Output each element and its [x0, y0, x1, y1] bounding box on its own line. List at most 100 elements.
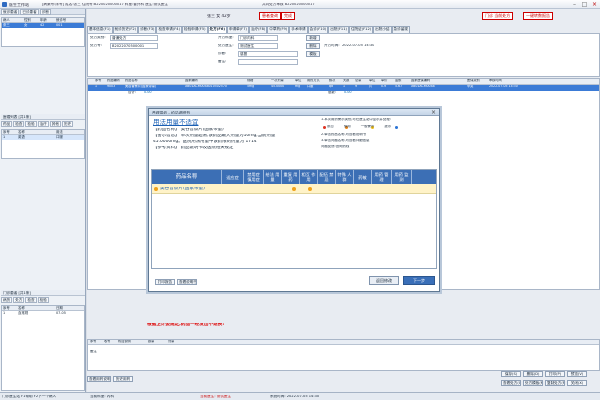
drug-col-header[interactable]: 药品名称 — [125, 79, 184, 82]
outpatient-row[interactable]: 1 血常规 07-05 — [2, 311, 84, 316]
tab-visit-history[interactable]: 就诊历史(F2) — [112, 26, 139, 33]
print-report-button[interactable]: 打印报告 — [155, 279, 175, 285]
print-button[interactable]: 打印(P) — [545, 371, 565, 377]
drug-col-header[interactable]: 规格 — [247, 79, 270, 82]
drug-col-header[interactable]: 总量 — [355, 79, 368, 82]
tab-emergency[interactable]: 急诊留观 — [391, 26, 410, 33]
tab-waiting[interactable]: 就诊患者 — [1, 9, 20, 15]
problem-row[interactable]: 美谷普萘片(国家带量) — [152, 184, 436, 194]
tab-prescription[interactable]: 处方(F6) — [207, 26, 227, 33]
tab-other[interactable]: 其他 — [49, 121, 61, 127]
patient-query-button[interactable]: 患者查询 — [259, 12, 281, 20]
tab-done[interactable]: 已诊患者 — [20, 9, 39, 15]
col-dose[interactable]: 剂量 — [168, 340, 174, 343]
drug-col-header[interactable]: 频次 — [329, 79, 342, 82]
drug-col-header[interactable]: 单位 — [295, 79, 306, 82]
minimize-icon[interactable]: – — [570, 1, 579, 8]
dialog-close-icon[interactable]: × — [431, 109, 436, 116]
tab-herbal[interactable]: 中草药(F9) — [267, 26, 290, 33]
col-date[interactable]: 日期 — [56, 306, 84, 310]
tab-treatment[interactable]: 治疗(F8) — [248, 26, 268, 33]
rx-add-button[interactable]: 新增 — [306, 35, 320, 41]
col-qty[interactable]: 数量 — [148, 340, 154, 343]
order-row[interactable]: 1 英语 口服 — [2, 135, 84, 140]
patient-row[interactable]: 张三 女 42 001 — [2, 23, 84, 28]
outpatient-grid[interactable]: 序号 名称 日期 1 血常规 07-05 — [1, 305, 85, 391]
next-step-button[interactable]: 下一步 — [403, 276, 435, 285]
tab-surgery[interactable]: 手术申请 — [289, 26, 308, 33]
drug-col-header[interactable]: 用药方式 — [307, 79, 328, 82]
problem-drug-name[interactable]: 美谷普萘片(国家带量) — [160, 187, 205, 192]
back-modify-button[interactable]: 返回修改 — [369, 276, 399, 285]
col-seq[interactable]: 序号 — [2, 306, 18, 310]
col-patient[interactable]: 病人 — [2, 18, 24, 22]
history-drug-button[interactable]: 历史用药 — [113, 376, 133, 382]
tab-treat[interactable]: 治疗 — [37, 121, 49, 127]
tab-lab-request[interactable]: 检验申请(F5) — [182, 26, 208, 33]
col-age[interactable]: 年龄 — [40, 18, 56, 22]
tab-basic[interactable]: 基本信息(F1) — [87, 26, 113, 33]
col-visit-no[interactable]: 就诊号 — [56, 18, 84, 22]
tab-exam2[interactable]: 检查 — [25, 297, 37, 303]
col-name[interactable]: 名称 — [18, 306, 56, 310]
problem-link[interactable]: 用法用量不适宜 — [153, 119, 199, 126]
tab-discharge[interactable]: 出院(F11) — [328, 26, 349, 33]
tab-consult[interactable]: 会诊(F10) — [307, 26, 329, 33]
bottom-order-grid[interactable]: 序号 收号 附加说明 数量 剂量 备注 — [87, 339, 600, 371]
rx-template-button[interactable]: 模板 — [306, 51, 320, 57]
rx-template-button-2[interactable]: 处方模板(M) — [523, 380, 543, 386]
tab-diagnosis[interactable]: 诊断(F3) — [138, 26, 157, 33]
tab-diagnosis[interactable]: 诊断 — [39, 9, 51, 15]
tab-exam-request[interactable]: 检查申请(F4) — [156, 26, 182, 33]
tab-prescription[interactable]: 处方 — [13, 297, 25, 303]
drug-col-header[interactable]: 国家编码 — [185, 79, 246, 82]
copy-rx-button[interactable]: 复制处方(R) — [545, 380, 565, 386]
drug-col-header[interactable]: 审核时间 — [489, 79, 528, 82]
outpatient-button[interactable]: 门诊 当前处方 — [482, 12, 514, 20]
tab-lab[interactable]: 检验 — [25, 121, 37, 127]
tab-history[interactable]: 历史 — [61, 121, 74, 127]
rx-no-field[interactable]: B2022070500001 — [110, 43, 158, 49]
drug-col-header[interactable]: 单价 — [381, 79, 394, 82]
rx-delete-button[interactable]: 删除 — [306, 43, 320, 49]
rx-diag-field[interactable]: 感冒 — [238, 51, 298, 57]
col-seq[interactable]: 序号 — [2, 130, 18, 134]
tab-lab2[interactable]: 检验 — [37, 297, 49, 303]
onekey-report-button[interactable]: 一键转数报告 — [523, 12, 553, 20]
col-receipt[interactable]: 收号 — [104, 340, 110, 343]
close-button[interactable]: 关闭(X) — [567, 380, 587, 386]
col-name[interactable]: 名称 — [18, 130, 56, 134]
patient-grid[interactable]: 病人 性别 年龄 就诊号 张三 女 42 001 — [1, 17, 85, 47]
dosage-warning-icon[interactable] — [292, 187, 296, 191]
col-usage[interactable]: 用法 — [56, 130, 84, 134]
drug-col-header[interactable]: 天数 — [343, 79, 354, 82]
col-sex[interactable]: 性别 — [24, 18, 40, 22]
drug-col-header[interactable]: 一次剂量 — [271, 79, 294, 82]
tab-record[interactable]: 病历 — [1, 297, 13, 303]
delete-button[interactable]: 删除(D) — [523, 371, 543, 377]
close-icon[interactable]: × — [590, 1, 599, 8]
rx-type-field[interactable]: 普通处方 — [110, 35, 158, 41]
drug-col-header[interactable]: 序号 — [95, 79, 106, 82]
rx-doctor-field[interactable]: 测试医生 — [238, 43, 278, 49]
tab-request-form[interactable]: 申请单(F7) — [226, 26, 249, 33]
tab-admission[interactable]: 住院证(F12) — [348, 26, 374, 33]
tab-exam[interactable]: 检查 — [13, 121, 25, 127]
drug-col-header[interactable]: 国家医保编码 — [411, 79, 466, 82]
col-note[interactable]: 附加说明 — [118, 340, 131, 343]
rx-remark-field[interactable] — [238, 59, 298, 65]
drug-col-header[interactable]: 药品编码 — [107, 79, 124, 82]
tab-discharge-summary[interactable]: 出院小结 — [373, 26, 392, 33]
col-seq[interactable]: 序号 — [90, 340, 96, 343]
rx-dept-field[interactable]: 门诊内科 — [238, 35, 278, 41]
maximize-icon[interactable]: □ — [580, 1, 589, 8]
order-grid[interactable]: 序号 名称 用法 1 英语 口服 — [1, 129, 85, 159]
drug-col-header[interactable]: 医保类别 — [467, 79, 488, 82]
view-rx-button[interactable]: 查看处方(C) — [501, 380, 521, 386]
preview-button[interactable]: 预览(V) — [567, 371, 587, 377]
drug-instruction-button[interactable]: 查看用药说明书 — [87, 376, 111, 382]
done-button[interactable]: 完成 — [281, 12, 295, 20]
save-button[interactable]: 保存(S) — [501, 371, 521, 377]
tab-drug[interactable]: 药品 — [1, 121, 13, 127]
drug-col-header[interactable]: 金额 — [395, 79, 410, 82]
